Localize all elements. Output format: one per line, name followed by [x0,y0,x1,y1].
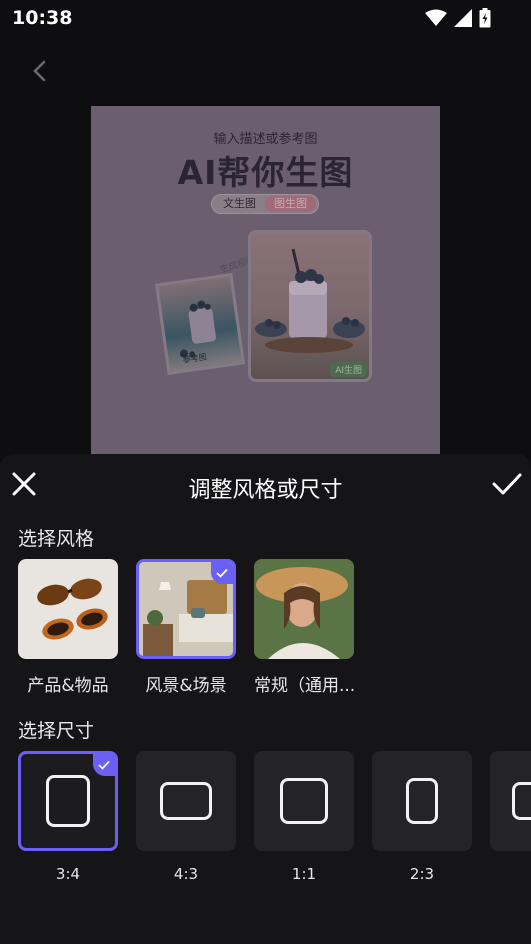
size-section-label: 选择尺寸 [18,720,95,742]
preview-tab-text: 文生图 [223,197,256,210]
size-option-1-1[interactable]: 1:1 [254,751,354,883]
sunglasses-image [37,578,108,640]
style-label: 常规（通用... [254,676,356,696]
reference-photo: 参考图 [154,273,246,375]
size-label: 3:4 [55,865,81,883]
size-box [490,751,531,851]
ratio-2-3-icon [406,778,438,824]
style-label: 风景&场景 [145,676,227,696]
size-label: 1:1 [291,865,317,883]
size-label: 3 [490,865,531,883]
back-button[interactable] [24,56,54,86]
smoothie-illustration [255,248,365,353]
ratio-1-1-icon [280,778,328,824]
style-section-label: 选择风格 [18,528,95,550]
preview-tab-image: 图生图 [265,196,316,212]
ai-badge: AI生图 [330,362,367,377]
check-icon [98,760,110,770]
portrait-image [254,559,354,659]
ratio-3-4-icon [46,775,90,827]
check-icon [492,473,522,495]
status-bar: 10:38 [0,0,531,38]
preview-title: AI帮你生图 [177,153,354,192]
size-box [18,751,118,851]
chevron-left-icon [33,60,46,82]
size-box [136,751,236,851]
size-box [254,751,354,851]
style-thumb-product [18,559,118,659]
check-icon [216,568,228,578]
generated-photo: AI生图 [248,230,372,382]
size-option-partial[interactable]: 3 [490,751,531,883]
size-option-3-4[interactable]: 3:4 [18,751,118,883]
style-item-landscape[interactable]: 风景&场景 [136,559,236,696]
selected-badge [93,754,115,776]
size-label: 2:3 [409,865,435,883]
battery-icon [479,8,491,28]
wifi-icon [425,9,447,26]
preview-image: 输入描述或参考图 AI帮你生图 文生图 图生图 生成相似图 参考图 AI生图 [91,106,440,456]
status-time: 10:38 [12,7,73,29]
style-label: 产品&物品 [27,676,109,696]
style-item-product[interactable]: 产品&物品 [18,559,118,696]
signal-icon [454,9,472,27]
adjust-sheet: 调整风格或尺寸 选择风格 产品&物品 风景&场景 常规（通用... 选择尺寸 3… [0,454,531,944]
ratio-4-3-icon [160,782,212,820]
selected-badge [211,562,233,584]
size-box [372,751,472,851]
confirm-button[interactable] [491,470,523,498]
preview-segment: 文生图 图生图 [211,194,319,214]
size-option-2-3[interactable]: 2:3 [372,751,472,883]
style-thumb-general [254,559,354,659]
sheet-title: 调整风格或尺寸 [188,478,343,503]
style-item-general[interactable]: 常规（通用... [254,559,356,696]
size-label: 4:3 [173,865,199,883]
status-icons [425,8,491,28]
preview-subtitle: 输入描述或参考图 [213,132,318,147]
ratio-partial-icon [512,782,531,820]
size-option-4-3[interactable]: 4:3 [136,751,236,883]
style-thumb-landscape [136,559,236,659]
